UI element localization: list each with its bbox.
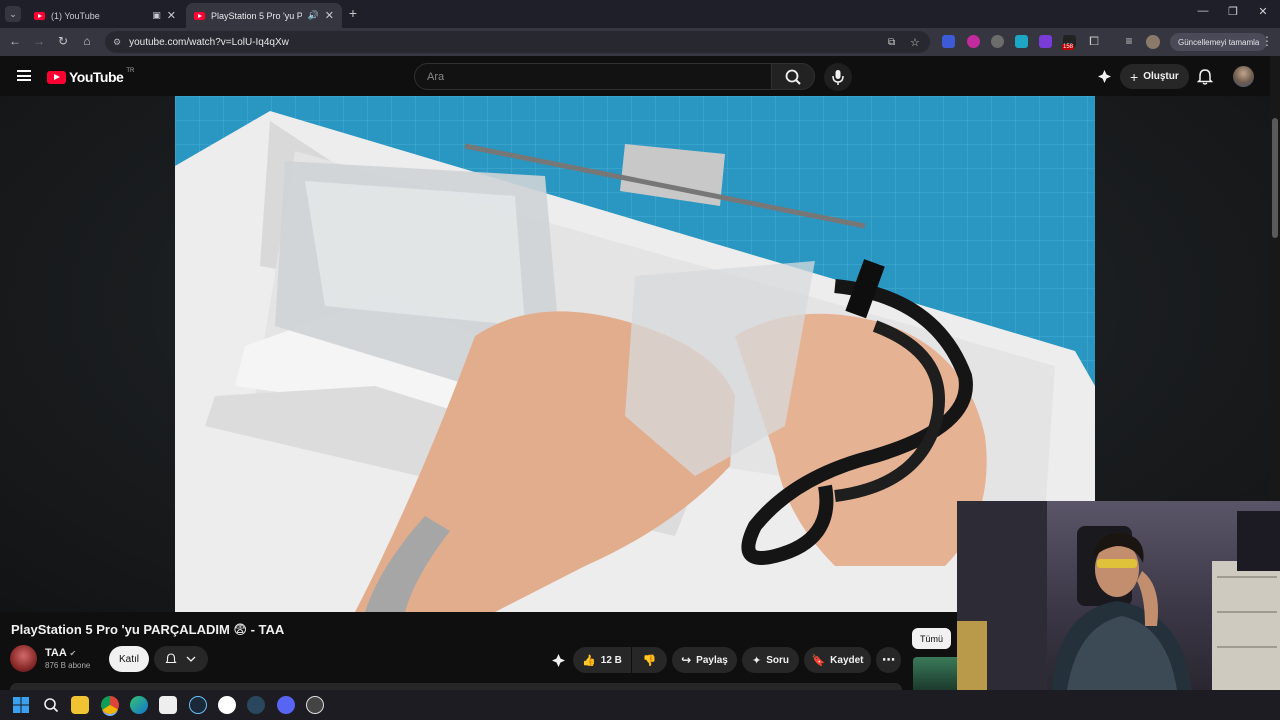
create-label: Oluştur [1143, 71, 1179, 82]
webcam-overlay [957, 501, 1280, 690]
more-actions-button[interactable]: ⋯ [876, 647, 901, 673]
youtube-logo[interactable]: YouTube TR [47, 68, 135, 85]
dislike-button[interactable]: 👎 [632, 647, 667, 673]
edge-icon[interactable] [130, 696, 148, 714]
account-avatar[interactable] [1233, 66, 1254, 87]
app-extra-icon[interactable] [306, 696, 324, 714]
share-arrow-icon: ↪ [681, 653, 692, 667]
gemini-ask-icon[interactable] [551, 653, 566, 668]
tab-label: PlayStation 5 Pro 'yu PARÇA [211, 10, 302, 21]
home-icon[interactable]: ⌂ [79, 34, 95, 48]
notifications-bell-icon[interactable] [1197, 68, 1213, 85]
bell-icon [165, 653, 177, 664]
extension-5-icon[interactable] [1039, 35, 1052, 48]
chevron-down-icon [186, 656, 196, 662]
taskbar-search-icon[interactable] [43, 697, 59, 713]
channel-name[interactable]: TAA ✔ [45, 647, 76, 659]
reading-list-icon[interactable]: ≡ [1121, 34, 1137, 48]
like-button[interactable]: 👍 12 B [573, 647, 631, 673]
search-icon [785, 69, 801, 85]
logo-wordmark: YouTube [69, 69, 124, 85]
share-label: Paylaş [696, 654, 728, 666]
extensions-puzzle-icon[interactable]: ⧠ [1086, 34, 1102, 49]
hamburger-menu-icon[interactable] [17, 70, 31, 81]
yandex-icon[interactable] [218, 696, 236, 714]
address-bar[interactable]: ⚙ youtube.com/watch?v=LolU-Iq4qXw ⧉ ☆ [105, 31, 930, 53]
related-video-thumbnail[interactable] [913, 657, 957, 690]
forward-arrow-icon[interactable]: → [31, 34, 47, 48]
extension-2-icon[interactable] [967, 35, 980, 48]
window-restore-button[interactable]: ❐ [1223, 5, 1243, 18]
window-minimize-button[interactable]: — [1193, 5, 1213, 17]
window-close-button[interactable]: ✕ [1253, 5, 1273, 18]
youtube-favicon-icon [34, 11, 45, 20]
youtube-play-logo-icon [47, 70, 66, 84]
join-button[interactable]: Katıl [109, 646, 149, 672]
save-label: Kaydet [830, 654, 864, 666]
discord-icon[interactable] [277, 696, 295, 714]
microphone-icon [832, 70, 844, 85]
subscriber-count: 876 B abone [45, 661, 91, 670]
scrollbar-thumb[interactable] [1272, 118, 1278, 238]
thumbs-up-icon: 👍 [582, 654, 596, 667]
plus-icon: + [1130, 68, 1139, 85]
tab-video[interactable]: PlayStation 5 Pro 'yu PARÇA 🔊 ✕ [186, 3, 342, 28]
steam-alt-icon[interactable] [247, 696, 265, 714]
browser-toolbar: ← → ↻ ⌂ ⚙ youtube.com/watch?v=LolU-Iq4qX… [0, 28, 1280, 56]
cast-icon[interactable]: ⧉ [888, 37, 895, 48]
extension-3-icon[interactable] [991, 35, 1004, 48]
youtube-favicon-icon [194, 11, 205, 20]
windows-start-icon[interactable] [13, 697, 29, 713]
bookmark-star-icon[interactable]: ☆ [910, 36, 920, 49]
extension-badge: 158 [1062, 44, 1075, 50]
sparkle-icon: ✦ [752, 654, 762, 667]
create-button[interactable]: + Oluştur [1120, 64, 1189, 89]
ask-button[interactable]: ✦ Soru [742, 647, 799, 673]
browser-menu-icon[interactable]: ⋮ [1259, 34, 1275, 48]
verified-badge-icon: ✔ [69, 649, 77, 658]
chrome-icon[interactable] [101, 696, 119, 714]
save-button[interactable]: 🔖 Kaydet [804, 647, 871, 673]
region-code: TR [126, 68, 135, 74]
tab-label: (1) YouTube [51, 10, 100, 21]
file-explorer-icon[interactable] [71, 696, 89, 714]
tab-media-icon: ▣ [152, 10, 161, 20]
subscription-bell-button[interactable] [154, 646, 208, 672]
more-horizontal-icon: ⋯ [882, 652, 895, 667]
browser-tab-strip: ⌄ (1) YouTube ▣ ✕ PlayStation 5 Pro 'yu … [0, 0, 1280, 28]
youtube-header: YouTube TR Ara + Oluştur [0, 56, 1270, 96]
ask-label: Soru [766, 654, 789, 666]
reload-icon[interactable]: ↻ [55, 34, 71, 48]
gemini-sparkle-icon[interactable] [1097, 69, 1112, 84]
thumbs-down-icon: 👎 [642, 654, 657, 667]
new-tab-button[interactable]: + [345, 6, 361, 20]
channel-name-text: TAA [45, 647, 67, 659]
profile-avatar[interactable] [1146, 35, 1160, 49]
extension-1-icon[interactable] [942, 35, 955, 48]
channel-avatar[interactable] [10, 645, 37, 672]
update-button[interactable]: Güncellemeyi tamamla [1170, 33, 1268, 51]
steam-icon[interactable] [189, 696, 207, 714]
like-count: 12 B [600, 654, 622, 666]
filter-chip-all[interactable]: Tümü [912, 628, 952, 649]
bookmark-icon: 🔖 [811, 654, 826, 667]
search-button[interactable] [771, 63, 815, 90]
audio-playing-icon[interactable]: 🔊 [308, 10, 319, 21]
windows-taskbar [0, 690, 1280, 720]
description-box[interactable] [10, 683, 902, 690]
search-input[interactable]: Ara [414, 63, 772, 90]
voice-search-button[interactable] [824, 63, 852, 91]
video-title: PlayStation 5 Pro 'yu PARÇALADIM 😨 - TAA [11, 622, 285, 637]
extension-4-icon[interactable] [1015, 35, 1028, 48]
back-arrow-icon[interactable]: ← [7, 34, 23, 48]
tab-youtube-home[interactable]: (1) YouTube ▣ ✕ [26, 3, 184, 28]
store-icon[interactable] [159, 696, 177, 714]
tab-close-icon[interactable]: ✕ [167, 9, 176, 22]
tab-close-icon[interactable]: ✕ [325, 9, 334, 22]
url-text: youtube.com/watch?v=LolU-Iq4qXw [129, 36, 289, 48]
webcam-image [957, 501, 1280, 690]
site-info-icon[interactable]: ⚙ [113, 37, 121, 48]
share-button[interactable]: ↪ Paylaş [672, 647, 737, 673]
tab-search-chevron-icon[interactable]: ⌄ [5, 6, 21, 22]
